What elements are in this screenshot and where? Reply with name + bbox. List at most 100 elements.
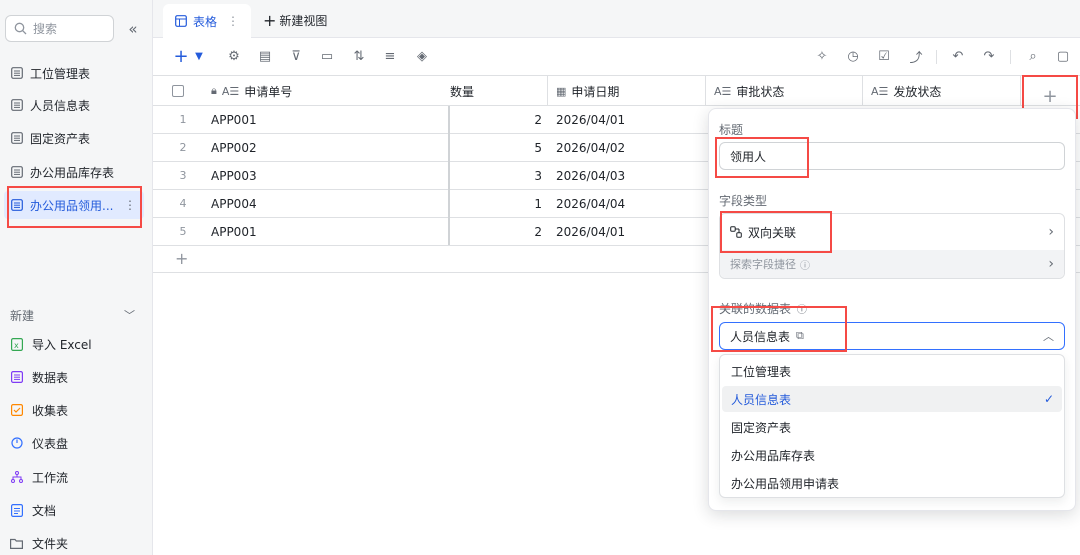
create-form-button[interactable]: 收集表	[10, 399, 68, 421]
linked-table-label: 关联的数据表 ⓘ	[719, 300, 807, 317]
import-excel-button[interactable]: x 导入 Excel	[10, 333, 92, 355]
cell-request-date[interactable]: 2026/04/01	[556, 106, 625, 133]
sidebar-item-label: 办公用品领用...	[30, 198, 114, 213]
frozen-column-divider[interactable]	[448, 106, 450, 245]
comment-icon[interactable]: ▢	[1055, 48, 1071, 64]
sidebar-item-personnel[interactable]: 人员信息表	[4, 91, 144, 119]
column-header-approval-status[interactable]: A☰ 审批状态	[706, 76, 863, 106]
create-item-label: 数据表	[32, 370, 69, 385]
add-record-icon[interactable]: +	[173, 46, 189, 67]
plus-icon: +	[263, 10, 277, 30]
new-view-button[interactable]: + 新建视图	[263, 10, 327, 30]
check-icon: ✓	[1043, 392, 1054, 406]
share-icon[interactable]: ⤴	[908, 48, 924, 66]
field-type-value: 双向关联	[748, 225, 797, 240]
create-item-label: 导入 Excel	[32, 337, 92, 352]
create-table-button[interactable]: 数据表	[10, 366, 68, 388]
chevron-right-icon: ›	[1048, 224, 1054, 240]
sort-icon[interactable]: ⇅	[351, 48, 367, 64]
collapse-sidebar-icon[interactable]: «	[124, 20, 142, 38]
cell-request-id[interactable]: APP001	[211, 106, 257, 133]
cell-quantity[interactable]: 5	[450, 134, 542, 161]
view-tab-bar: 表格 ⋮ + 新建视图	[153, 0, 1080, 38]
column-header-issue-status[interactable]: A☰ 发放状态	[863, 76, 1021, 106]
column-header-quantity[interactable]: 数量	[450, 76, 548, 106]
linked-table-dropdown: 工位管理表 人员信息表 ✓ 固定资产表 办公用品库存表 办公用品领用申请表	[719, 354, 1065, 498]
table-icon	[10, 371, 23, 384]
field-title-input[interactable]: 领用人	[719, 142, 1065, 170]
grid-header: 🔒︎ A☰ 申请单号 数量 ▦ 申请日期 A☰ 审批状态 A☰ 发放状态	[153, 75, 1080, 106]
group-icon[interactable]: ▭	[319, 48, 335, 64]
undo-icon[interactable]: ↶	[950, 48, 966, 64]
dropdown-option[interactable]: 办公用品库存表	[722, 442, 1062, 468]
explore-shortcut-row[interactable]: 探索字段捷径 ⓘ ›	[720, 250, 1064, 278]
help-icon: ⓘ	[796, 305, 807, 316]
cell-request-id[interactable]: APP002	[211, 134, 257, 161]
info-icon: ⓘ	[800, 260, 810, 272]
create-item-label: 工作流	[32, 470, 69, 485]
cell-request-date[interactable]: 2026/04/02	[556, 134, 625, 161]
filter-icon[interactable]: ⊽	[288, 48, 304, 64]
find-icon[interactable]: ⌕	[1025, 48, 1041, 64]
row-height-icon[interactable]: ≡	[382, 48, 398, 64]
field-config-icon[interactable]: ▤	[257, 48, 273, 64]
dropdown-option[interactable]: 办公用品领用申请表	[722, 470, 1062, 496]
ai-sparkle-icon[interactable]: ✧	[814, 48, 830, 64]
cell-quantity[interactable]: 3	[450, 162, 542, 189]
cell-request-date[interactable]: 2026/04/04	[556, 190, 625, 217]
table-icon	[11, 199, 23, 211]
form-icon	[10, 404, 23, 417]
more-icon[interactable]: ⋮	[124, 198, 136, 212]
settings-icon[interactable]: ⚙	[226, 48, 242, 64]
toolbar-divider	[936, 50, 937, 64]
link-icon	[730, 226, 742, 238]
cell-request-id[interactable]: APP003	[211, 162, 257, 189]
column-header-label: 申请单号	[244, 84, 293, 99]
row-number: 5	[179, 225, 187, 238]
svg-text:x: x	[14, 341, 19, 350]
title-label: 标题	[719, 123, 744, 137]
column-header-request-date[interactable]: ▦ 申请日期	[548, 76, 706, 106]
calendar-icon: ▦	[556, 84, 567, 98]
cell-quantity[interactable]: 2	[450, 218, 542, 245]
create-item-label: 文档	[32, 503, 57, 518]
cell-request-date[interactable]: 2026/04/03	[556, 162, 625, 189]
create-folder-button[interactable]: 文件夹	[10, 532, 68, 554]
cell-request-id[interactable]: APP004	[211, 190, 257, 217]
cell-quantity[interactable]: 1	[450, 190, 542, 217]
cell-request-date[interactable]: 2026/04/01	[556, 218, 625, 245]
dropdown-option[interactable]: 固定资产表	[722, 414, 1062, 440]
select-all-checkbox[interactable]	[153, 76, 203, 106]
excel-icon: x	[10, 337, 23, 351]
create-dashboard-button[interactable]: 仪表盘	[10, 432, 68, 454]
sidebar: 搜索 « 工位管理表 人员信息表 固定资产表 办公用品库存表 办公用品领用...…	[0, 0, 153, 555]
linked-table-select[interactable]: 人员信息表 ⧉ ︿	[719, 322, 1065, 350]
sidebar-item-label: 工位管理表	[30, 66, 91, 81]
lock-icon: 🔒︎	[211, 84, 217, 97]
redo-icon[interactable]: ↷	[981, 48, 997, 64]
tab-grid-view[interactable]: 表格 ⋮	[163, 4, 251, 38]
cell-quantity[interactable]: 2	[450, 106, 542, 133]
sidebar-item-assets[interactable]: 固定资产表	[4, 124, 144, 152]
dropdown-option[interactable]: 人员信息表 ✓	[722, 386, 1062, 412]
sidebar-item-workstation[interactable]: 工位管理表	[4, 59, 144, 87]
sidebar-item-requisition[interactable]: 办公用品领用... ⋮	[4, 191, 144, 219]
search-input[interactable]: 搜索	[5, 15, 114, 42]
create-doc-button[interactable]: 文档	[10, 499, 56, 521]
field-type-row[interactable]: 双向关联 ›	[720, 214, 1064, 250]
sidebar-item-inventory[interactable]: 办公用品库存表	[4, 158, 144, 186]
history-icon[interactable]: ◷	[845, 48, 861, 64]
text-field-icon: A☰	[714, 84, 732, 98]
fill-color-icon[interactable]: ◈	[414, 48, 430, 64]
tab-more-icon[interactable]: ⋮	[227, 14, 239, 28]
new-section-header[interactable]: 新建 ﹀	[10, 306, 135, 324]
external-link-icon[interactable]: ⧉	[796, 329, 804, 343]
table-icon	[11, 132, 23, 144]
tab-label: 表格	[193, 14, 218, 29]
column-header-request-id[interactable]: 🔒︎ A☰ 申请单号	[203, 76, 448, 106]
cell-request-id[interactable]: APP001	[211, 218, 257, 245]
create-workflow-button[interactable]: 工作流	[10, 466, 68, 488]
dropdown-option[interactable]: 工位管理表	[722, 358, 1062, 384]
chevron-down-icon[interactable]: ▼	[191, 48, 207, 64]
checklist-icon[interactable]: ☑	[876, 48, 892, 64]
